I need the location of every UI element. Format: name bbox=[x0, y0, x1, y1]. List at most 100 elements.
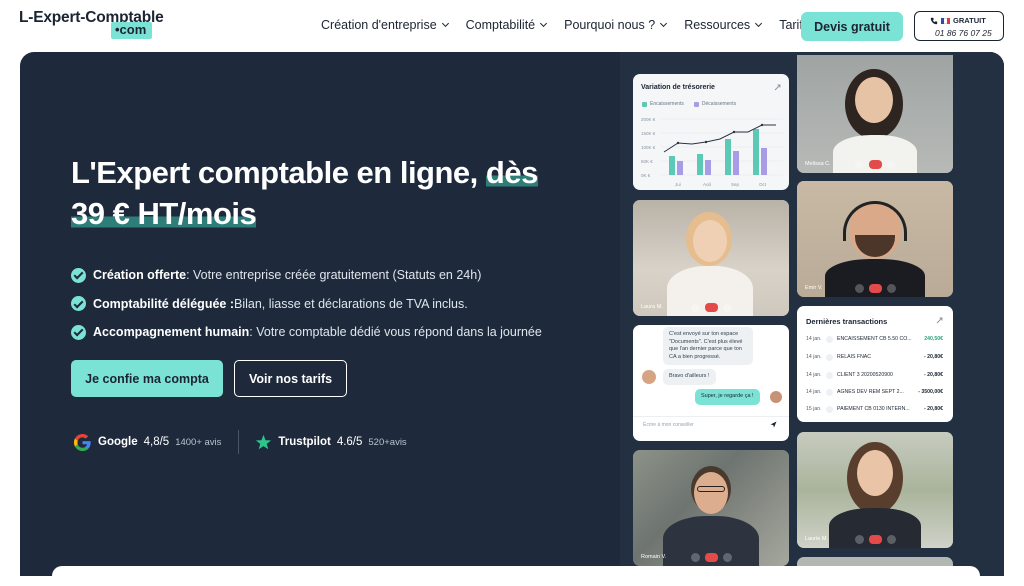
bar-encaissements bbox=[669, 156, 675, 175]
check-icon bbox=[71, 324, 86, 340]
bar-encaissements bbox=[697, 154, 703, 175]
rating-count: 1400+ avis bbox=[175, 436, 222, 448]
hero-title-highlight: dès bbox=[485, 155, 538, 190]
google-rating[interactable]: Google 4,8/5 1400+ avis bbox=[73, 433, 221, 452]
voir-tarifs-button[interactable]: Voir nos tarifs bbox=[234, 360, 347, 397]
x-tick: Oct bbox=[759, 182, 767, 187]
chat-input[interactable]: Écrire à mon conseiller bbox=[643, 422, 694, 428]
glasses bbox=[697, 486, 725, 492]
feature-bold: Comptabilité déléguée : bbox=[93, 296, 234, 311]
tx-amount: - 3500,00€ bbox=[918, 389, 943, 395]
expand-icon[interactable] bbox=[774, 84, 781, 91]
video-tile[interactable]: Laura M. bbox=[633, 200, 789, 316]
devis-gratuit-button[interactable]: Devis gratuit bbox=[801, 12, 903, 41]
nav-creation-entreprise[interactable]: Création d'entreprise bbox=[321, 18, 449, 32]
video-tile[interactable]: Emir V. bbox=[797, 181, 953, 297]
transaction-row[interactable]: 14 jan. CLIENT 3 20200520900 - 20,80€ bbox=[806, 369, 943, 381]
ratings: Google 4,8/5 1400+ avis Trustpilot 4.6/5… bbox=[73, 430, 407, 454]
person-face bbox=[855, 77, 893, 123]
bar-decaissements bbox=[733, 151, 739, 175]
merchant-icon bbox=[826, 405, 833, 413]
tx-label: AGNES DEV REM SEPT 2... bbox=[837, 389, 904, 395]
nav-comptabilite[interactable]: Comptabilité bbox=[466, 18, 548, 32]
treasury-chart-card: Variation de trésorerie Encaissements Dé… bbox=[633, 74, 789, 190]
chat-card: C'est envoyé sur ton espace "Documents".… bbox=[633, 325, 789, 441]
rating-source: Trustpilot bbox=[278, 436, 331, 448]
expand-icon[interactable] bbox=[936, 317, 943, 324]
call-controls bbox=[633, 553, 789, 562]
check-icon bbox=[71, 296, 86, 312]
bar-decaissements bbox=[705, 160, 711, 175]
transaction-row[interactable]: 14 jan. ENCAISSEMENT CB 5.50 CO... 240,50€ bbox=[806, 333, 943, 345]
trustpilot-rating[interactable]: Trustpilot 4.6/5 520+avis bbox=[255, 434, 407, 451]
feature-text: : Votre entreprise créée gratuitement (S… bbox=[186, 268, 482, 283]
chart-title: Variation de trésorerie bbox=[641, 84, 715, 91]
tx-date: 14 jan. bbox=[806, 336, 822, 342]
y-tick: 150K € bbox=[641, 131, 656, 136]
merchant-icon bbox=[826, 371, 833, 379]
call-controls bbox=[797, 535, 953, 544]
video-tile[interactable]: Melissa C. bbox=[797, 55, 953, 173]
phone-icon bbox=[930, 17, 938, 24]
person-face bbox=[857, 450, 893, 496]
nav-label: Ressources bbox=[684, 18, 751, 32]
chevron-down-icon bbox=[755, 19, 763, 28]
tx-amount: - 20,80€ bbox=[923, 372, 943, 378]
merchant-icon bbox=[826, 388, 833, 396]
bottom-panel bbox=[52, 566, 980, 586]
phone-number: 01 86 76 07 25 bbox=[935, 28, 992, 38]
chevron-down-icon bbox=[441, 19, 449, 28]
tx-date: 14 jan. bbox=[806, 354, 822, 360]
transaction-row[interactable]: 14 jan. AGNES DEV REM SEPT 2... - 3500,00€ bbox=[806, 386, 943, 398]
bar-decaissements bbox=[761, 148, 767, 175]
send-icon[interactable] bbox=[770, 421, 777, 428]
call-controls bbox=[797, 284, 953, 293]
treasury-chart: 200K € 150K € 100K € 50K € 0K € Jui Aoû … bbox=[641, 117, 783, 187]
trend-line bbox=[663, 124, 776, 153]
nav-pourquoi-nous[interactable]: Pourquoi nous ? bbox=[564, 18, 668, 32]
hero-title: L'Expert comptable en ligne, dès 39 € HT/… bbox=[71, 152, 631, 234]
hero-section: L'Expert comptable en ligne, dès 39 € HT/… bbox=[20, 52, 1004, 576]
x-tick: Aoû bbox=[703, 182, 712, 187]
nav-label: Pourquoi nous ? bbox=[564, 18, 656, 32]
person-face bbox=[694, 472, 728, 514]
divider bbox=[633, 416, 789, 417]
avatar bbox=[642, 370, 656, 384]
legend-item: Décaissements bbox=[693, 101, 737, 107]
confie-compta-button[interactable]: Je confie ma compta bbox=[71, 360, 223, 397]
feature-list: Création offerte : Votre entreprise créé… bbox=[71, 261, 542, 347]
check-icon bbox=[71, 267, 86, 283]
site-header: L-Expert-Comptable •com Création d'entre… bbox=[0, 0, 1024, 52]
phone-button[interactable]: GRATUIT 01 86 76 07 25 bbox=[914, 11, 1004, 41]
merchant-icon bbox=[826, 335, 833, 343]
transactions-card: Dernières transactions 14 jan. ENCAISSEME… bbox=[797, 306, 953, 422]
trustpilot-star-icon bbox=[256, 434, 272, 449]
feature-text: : Votre comptable dédié vous répond dans… bbox=[249, 325, 542, 340]
bar-encaissements bbox=[725, 139, 731, 175]
x-tick: Sep bbox=[731, 182, 740, 187]
feature-text: Bilan, liasse et déclarations de TVA inc… bbox=[234, 296, 468, 311]
rating-score: 4,8/5 bbox=[143, 436, 170, 448]
x-tick: Jui bbox=[675, 182, 681, 187]
logo-domain: •com bbox=[111, 22, 153, 39]
legend-label: Décaissements bbox=[701, 101, 737, 107]
tx-date: 14 jan. bbox=[806, 372, 822, 378]
chevron-down-icon bbox=[540, 19, 548, 28]
call-controls bbox=[797, 160, 953, 169]
tx-amount: - 20,80€ bbox=[923, 354, 943, 360]
tx-date: 15 jan. bbox=[806, 406, 822, 412]
rating-source: Google bbox=[98, 436, 138, 448]
transaction-row[interactable]: 14 jan. RELAIS FNAC - 20,80€ bbox=[806, 351, 943, 363]
chat-message: C'est envoyé sur ton espace "Documents".… bbox=[663, 327, 753, 365]
person-face bbox=[693, 220, 727, 262]
video-tile[interactable]: Laurie M. bbox=[797, 432, 953, 548]
chat-message: Super, je regarde ça ! bbox=[695, 389, 760, 405]
nav-ressources[interactable]: Ressources bbox=[684, 18, 763, 32]
logo[interactable]: L-Expert-Comptable •com bbox=[19, 9, 164, 41]
y-tick: 200K € bbox=[641, 117, 656, 122]
google-icon bbox=[73, 433, 91, 451]
tx-amount: 240,50€ bbox=[924, 336, 943, 342]
transaction-row[interactable]: 15 jan. PAIEMENT CB 0130 INTERN... - 20,80… bbox=[806, 403, 943, 415]
video-tile[interactable]: Romain V. bbox=[633, 450, 789, 566]
feature-item: Accompagnement humain : Votre comptable … bbox=[71, 318, 542, 347]
